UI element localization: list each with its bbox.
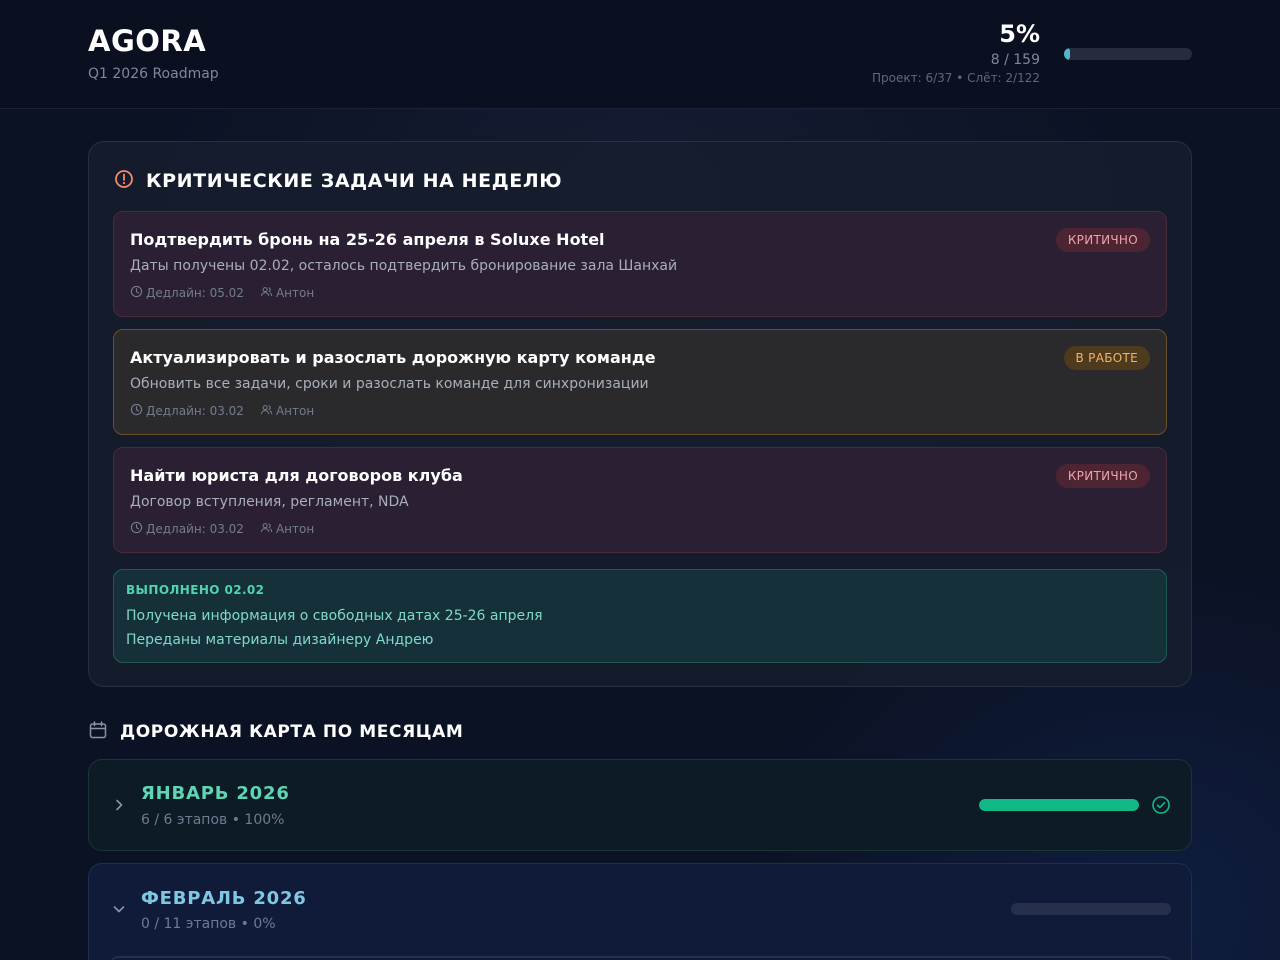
task-title: Найти юриста для договоров клуба <box>130 466 463 485</box>
task-owner: Антон <box>275 404 315 418</box>
month-progress-fill <box>979 799 1139 811</box>
overall-stats: 5% 8 / 159 Проект: 6/37 • Слёт: 2/122 <box>872 20 1040 85</box>
overall-progress-percent: 5% <box>999 20 1040 48</box>
roadmap-header: ДОРОЖНАЯ КАРТА ПО МЕСЯЦАМ <box>88 720 463 744</box>
task-card[interactable]: Найти юриста для договоров клуба КРИТИЧН… <box>113 447 1167 553</box>
chevron-right-icon[interactable] <box>111 797 127 813</box>
task-title: Актуализировать и разослать дорожную кар… <box>130 348 656 367</box>
completed-title: ВЫПОЛНЕНО 02.02 <box>126 583 265 597</box>
app-header: AGORA Q1 2026 Roadmap 5% 8 / 159 Проект:… <box>0 0 1280 109</box>
critical-panel-header: КРИТИЧЕСКИЕ ЗАДАЧИ НА НЕДЕЛЮ <box>114 169 562 193</box>
task-card[interactable]: Актуализировать и разослать дорожную кар… <box>113 329 1167 435</box>
overall-progress-detail: Проект: 6/37 • Слёт: 2/122 <box>872 71 1040 85</box>
task-description: Даты получены 02.02, осталось подтвердит… <box>130 258 678 274</box>
task-description: Обновить все задачи, сроки и разослать к… <box>130 376 649 392</box>
clock-icon <box>130 285 146 301</box>
app-title: AGORA <box>88 24 207 58</box>
brand: AGORA Q1 2026 Roadmap <box>88 24 219 82</box>
completed-item: Получена информация о свободных датах 25… <box>126 608 543 624</box>
month-summary: 0 / 11 этапов • 0% <box>141 916 276 932</box>
calendar-icon <box>88 720 108 744</box>
alert-circle-icon <box>114 169 134 193</box>
app-subtitle: Q1 2026 Roadmap <box>88 66 219 82</box>
overall-progress-fill <box>1064 48 1071 60</box>
critical-tasks-panel: КРИТИЧЕСКИЕ ЗАДАЧИ НА НЕДЕЛЮ Подтвердить… <box>88 141 1192 687</box>
month-card-february[interactable]: ФЕВРАЛЬ 2026 0 / 11 этапов • 0% <box>88 863 1192 960</box>
users-icon <box>260 403 276 419</box>
status-badge: В РАБОТЕ <box>1063 346 1150 370</box>
month-progress-bar <box>1011 903 1171 915</box>
task-description: Договор вступления, регламент, NDA <box>130 494 409 510</box>
task-title: Подтвердить бронь на 25-26 апреля в Solu… <box>130 230 605 249</box>
users-icon <box>260 521 276 537</box>
users-icon <box>260 285 276 301</box>
roadmap-title: ДОРОЖНАЯ КАРТА ПО МЕСЯЦАМ <box>120 722 464 742</box>
month-name: ФЕВРАЛЬ 2026 <box>141 888 307 909</box>
task-meta: Дедлайн: 03.02 Антон <box>130 403 314 419</box>
task-deadline: Дедлайн: 05.02 <box>146 286 244 300</box>
month-card-january[interactable]: ЯНВАРЬ 2026 6 / 6 этапов • 100% <box>88 759 1192 851</box>
task-deadline: Дедлайн: 03.02 <box>146 522 244 536</box>
chevron-down-icon[interactable] <box>111 901 127 917</box>
critical-panel-title: КРИТИЧЕСКИЕ ЗАДАЧИ НА НЕДЕЛЮ <box>146 170 563 192</box>
task-deadline: Дедлайн: 03.02 <box>146 404 244 418</box>
task-meta: Дедлайн: 05.02 Антон <box>130 285 314 301</box>
overall-progress-bar <box>1064 48 1192 60</box>
completed-item: Переданы материалы дизайнеру Андрею <box>126 632 434 648</box>
status-badge: КРИТИЧНО <box>1055 228 1150 252</box>
month-summary: 6 / 6 этапов • 100% <box>141 812 285 828</box>
check-circle-icon <box>1151 795 1171 815</box>
task-card[interactable]: Подтвердить бронь на 25-26 апреля в Solu… <box>113 211 1167 317</box>
clock-icon <box>130 403 146 419</box>
task-owner: Антон <box>275 286 315 300</box>
task-owner: Антон <box>275 522 315 536</box>
completed-box: ВЫПОЛНЕНО 02.02 Получена информация о св… <box>113 569 1167 663</box>
status-badge: КРИТИЧНО <box>1055 464 1150 488</box>
month-name: ЯНВАРЬ 2026 <box>141 783 290 804</box>
task-meta: Дедлайн: 03.02 Антон <box>130 521 314 537</box>
month-progress-bar <box>979 799 1139 811</box>
clock-icon <box>130 521 146 537</box>
overall-progress-count: 8 / 159 <box>990 52 1040 68</box>
month-stage-list <box>109 956 1173 960</box>
